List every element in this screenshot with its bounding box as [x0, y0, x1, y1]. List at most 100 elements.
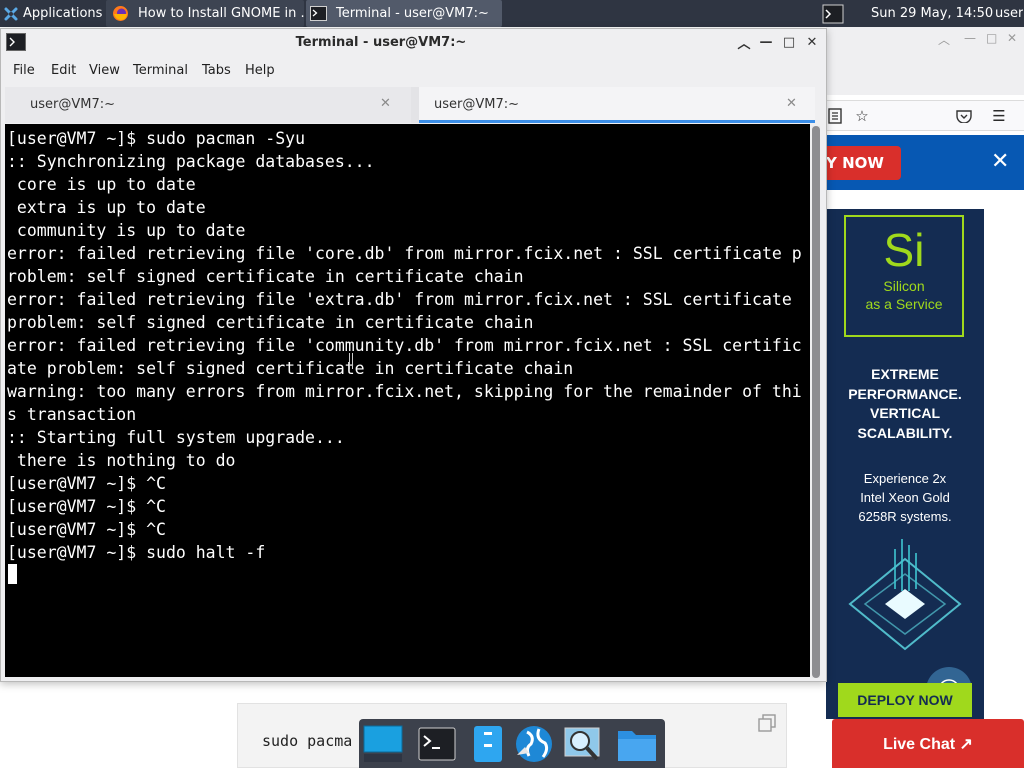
browser-maximize-icon[interactable]: □ [986, 31, 997, 45]
dock-file-manager[interactable] [467, 723, 509, 765]
terminal-line: ate problem: self signed certificate in … [7, 359, 574, 378]
ad-logo: Si Silicon as a Service [844, 215, 964, 337]
ad-logo-line1: Silicon [883, 278, 925, 294]
terminal-output: [user@VM7 ~]$ sudo pacman -Syu :: Synchr… [7, 127, 802, 564]
terminal-screen[interactable]: [user@VM7 ~]$ sudo pacman -Syu :: Synchr… [5, 124, 810, 677]
terminal-menubar: File Edit View Terminal Tabs Help [1, 58, 826, 84]
menu-tabs[interactable]: Tabs [202, 63, 231, 78]
folder-icon [618, 731, 656, 761]
browser-titlebar: ︿ — □ ✕ [826, 27, 1024, 95]
browser-window: ︿ — □ ✕ ☆ ☰ Y NOW ✕ Si Silicon as a Serv… [826, 27, 1024, 768]
tab-close-icon[interactable]: ✕ [380, 96, 391, 111]
ad-logo-line2: as a Service [865, 296, 943, 312]
terminal-scrollbar[interactable] [812, 126, 820, 678]
reader-view-icon[interactable] [826, 107, 844, 125]
tab-label: user@VM7:~ [30, 97, 116, 112]
dock-show-desktop[interactable] [362, 723, 404, 765]
taskbar-firefox-label: How to Install GNOME in ... [138, 6, 304, 21]
buy-now-button[interactable]: Y NOW [826, 146, 901, 180]
terminal-line: error: failed retrieving file 'extra.db'… [7, 290, 792, 309]
terminal-line: problem: self signed certificate in cert… [7, 313, 534, 332]
deploy-now-button[interactable]: DEPLOY NOW [838, 683, 972, 717]
dock-search[interactable] [562, 723, 604, 765]
ad-logo-symbol: Si [883, 224, 925, 276]
show-desktop-icon [363, 725, 403, 762]
minimize-icon[interactable]: — [757, 33, 775, 51]
browser-toolbar: ☆ ☰ [826, 100, 1024, 131]
terminal-line: [user@VM7 ~]$ sudo pacman -Syu [7, 129, 306, 148]
terminal-icon [310, 6, 327, 21]
code-snippet-text: sudo pacma [262, 732, 353, 750]
live-chat-button[interactable]: Live Chat ↗ [832, 719, 1024, 768]
terminal-line: roblem: self signed certificate in certi… [7, 267, 524, 286]
terminal-line: warning: too many errors from mirror.fci… [7, 382, 802, 401]
tab-close-icon[interactable]: ✕ [786, 96, 797, 111]
taskbar-terminal-label: Terminal - user@VM7:~ [336, 6, 489, 21]
terminal-titlebar[interactable]: Terminal - user@VM7:~ ︿ — □ ✕ [1, 29, 826, 58]
browser-minimize-icon[interactable]: ︿ [938, 31, 950, 48]
advertisement[interactable]: Si Silicon as a Service EXTREME PERFORMA… [826, 209, 984, 719]
terminal-launcher-icon [822, 4, 844, 23]
tab-label: user@VM7:~ [434, 97, 520, 112]
copy-icon[interactable] [758, 714, 776, 732]
taskbar-firefox[interactable]: How to Install GNOME in ... [106, 0, 304, 27]
browser-close-icon[interactable]: ✕ [1007, 31, 1017, 45]
dock-terminal[interactable] [416, 723, 458, 765]
mouse-ibeam-cursor-icon [349, 353, 353, 369]
terminal-line: s transaction [7, 405, 137, 424]
dock-web-browser[interactable] [513, 723, 555, 765]
terminal-line: error: failed retrieving file 'community… [7, 336, 802, 355]
ad-headline-line: VERTICAL [870, 405, 940, 422]
panel-user-menu[interactable]: user [995, 0, 1023, 27]
taskbar-terminal[interactable]: Terminal - user@VM7:~ [306, 0, 502, 27]
chip-illustration-icon [848, 539, 962, 651]
terminal-line: [user@VM7 ~]$ ^C [7, 497, 166, 516]
dock-folder[interactable] [616, 723, 658, 765]
applications-label: Applications [23, 6, 103, 21]
terminal-line: [user@VM7 ~]$ sudo halt -f [7, 543, 266, 562]
terminal-line: core is up to date [7, 175, 196, 194]
panel-terminal-launcher[interactable] [818, 0, 848, 27]
hamburger-menu-icon[interactable]: ☰ [990, 107, 1008, 125]
tab-user-vm7-2[interactable]: user@VM7:~ ✕ [419, 87, 815, 123]
pocket-icon[interactable] [955, 107, 973, 125]
terminal-line: [user@VM7 ~]$ ^C [7, 520, 166, 539]
shade-icon[interactable]: ︿ [735, 33, 753, 52]
terminal-scrollbar-thumb[interactable] [812, 126, 820, 678]
terminal-line: extra is up to date [7, 198, 206, 217]
close-icon[interactable]: ✕ [803, 33, 821, 51]
search-icon [564, 727, 600, 761]
maximize-icon[interactable]: □ [780, 33, 798, 51]
applications-icon [4, 7, 18, 20]
terminal-line: community is up to date [7, 221, 246, 240]
menu-edit[interactable]: Edit [51, 63, 76, 78]
menu-terminal[interactable]: Terminal [133, 63, 188, 78]
browser-restore-icon[interactable]: — [964, 31, 976, 45]
ad-headline-line: SCALABILITY. [857, 424, 953, 441]
terminal-tabbar: user@VM7:~ ✕ user@VM7:~ ✕ [5, 87, 815, 123]
globe-icon [516, 726, 552, 762]
terminal-cursor [8, 564, 17, 584]
terminal-line: :: Starting full system upgrade... [7, 428, 345, 447]
menu-help[interactable]: Help [245, 63, 275, 78]
ad-copy-line: 6258R systems. [858, 509, 952, 524]
terminal-app-icon [418, 727, 456, 761]
panel-clock[interactable]: Sun 29 May, 14:50 [871, 0, 993, 27]
menu-view[interactable]: View [89, 63, 120, 78]
ad-copy-line: Experience 2x [863, 471, 947, 486]
terminal-line: [user@VM7 ~]$ ^C [7, 474, 166, 493]
ad-headline-line: EXTREME [871, 366, 939, 382]
terminal-line: :: Synchronizing package databases... [7, 152, 375, 171]
tab-user-vm7-1[interactable]: user@VM7:~ ✕ [5, 87, 411, 123]
firefox-icon [113, 6, 128, 21]
terminal-window-title: Terminal - user@VM7:~ [295, 35, 467, 50]
menu-file[interactable]: File [13, 63, 35, 78]
banner-close-icon[interactable]: ✕ [991, 149, 1009, 174]
promo-banner: Y NOW ✕ [826, 135, 1024, 190]
applications-menu[interactable]: Applications [0, 0, 104, 27]
ad-headline-line: PERFORMANCE. [848, 385, 962, 402]
terminal-line: there is nothing to do [7, 451, 236, 470]
ad-headline: EXTREME PERFORMANCE. VERTICAL SCALABILIT… [830, 365, 980, 443]
ad-copy-line: Intel Xeon Gold [860, 490, 950, 505]
bookmark-star-icon[interactable]: ☆ [853, 107, 871, 125]
